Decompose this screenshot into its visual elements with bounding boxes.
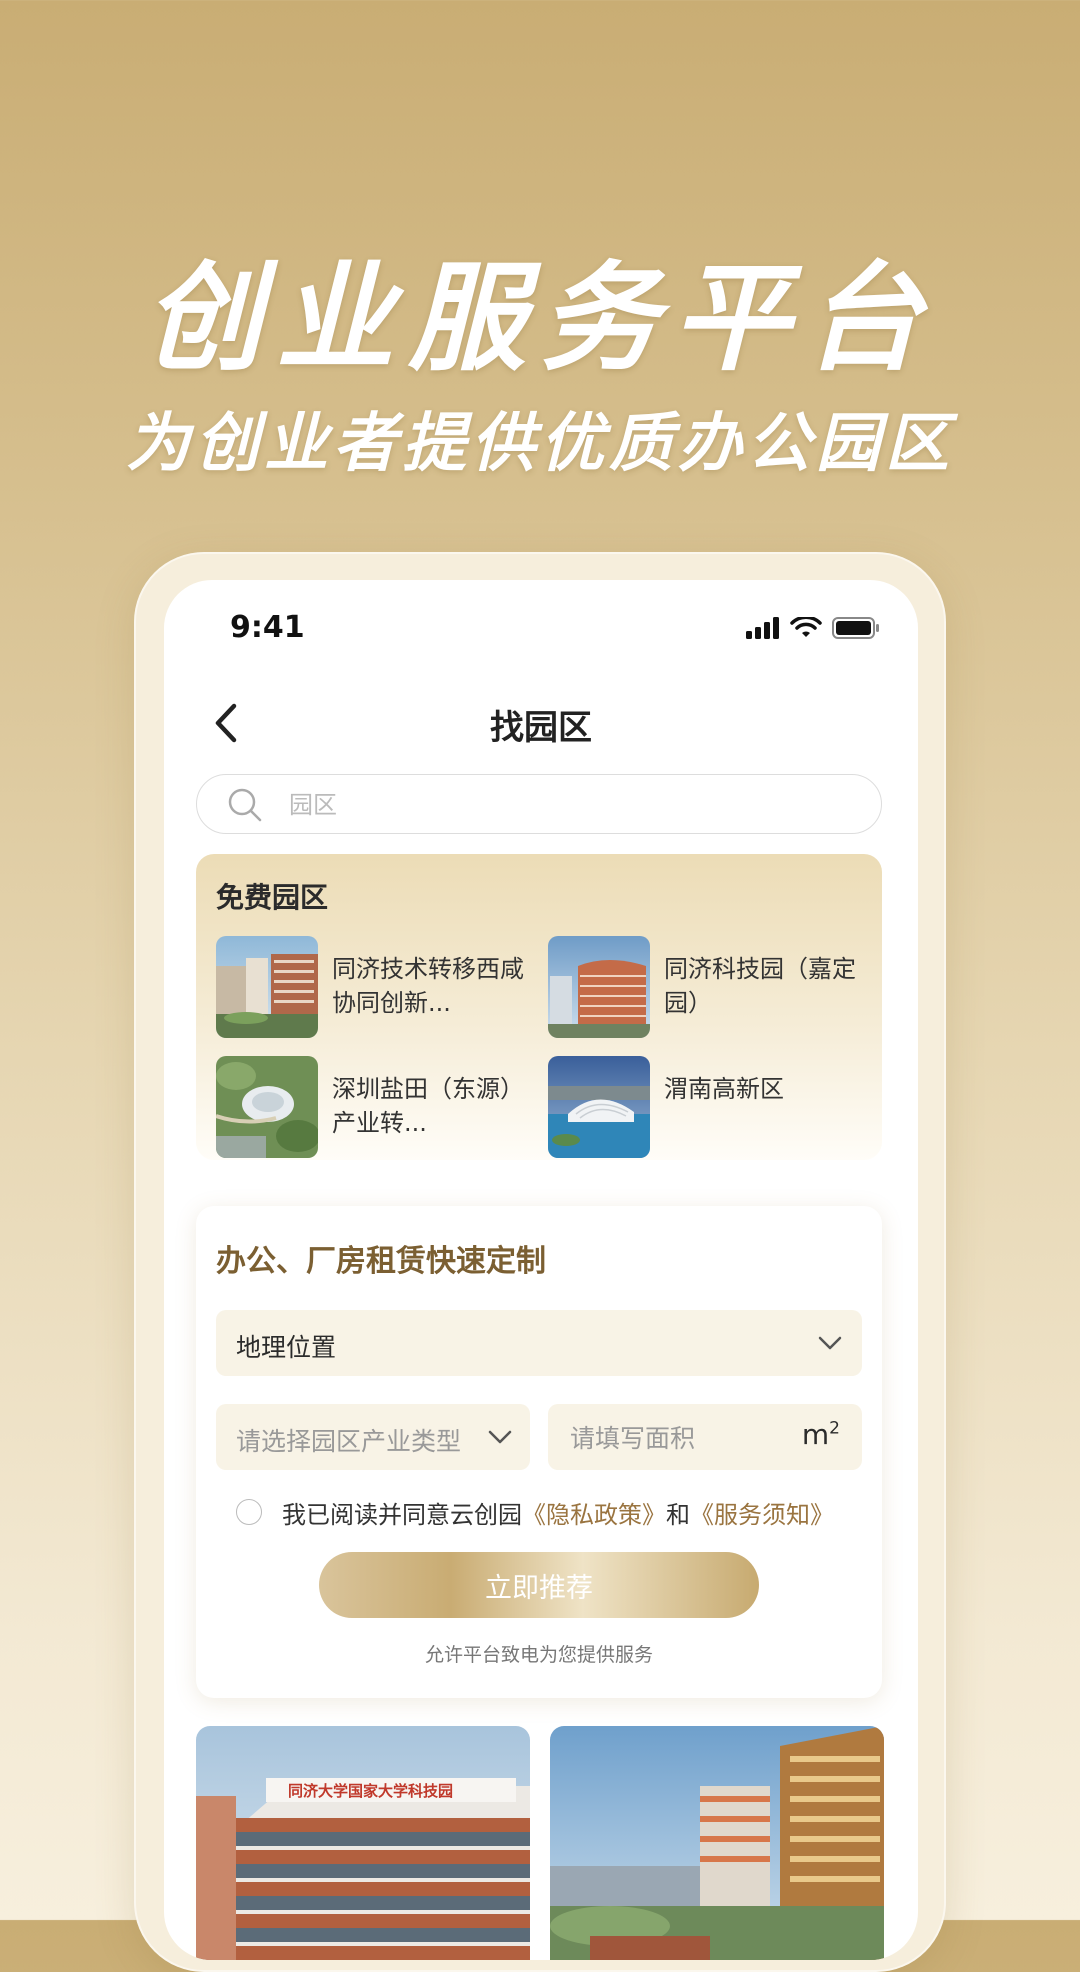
free-parks-panel: 免费园区 同济技术转移西咸协同创新... 同济科技园（嘉定园） 深圳盐田（东源）…	[196, 854, 882, 1160]
chevron-down-icon	[488, 1430, 512, 1444]
call-permission-note: 允许平台致电为您提供服务	[424, 1644, 653, 1666]
privacy-policy-link[interactable]: 《隐私政策》	[522, 1495, 666, 1530]
nav-bar: 找园区	[164, 670, 918, 770]
hero-title: 创业服务平台	[143, 249, 936, 387]
park-item[interactable]: 深圳盐田（东源）产业转...	[216, 1056, 546, 1158]
area-unit: m2	[802, 1418, 840, 1451]
agree-and-text: 和	[666, 1500, 690, 1529]
park-name: 同济科技园（嘉定园）	[664, 955, 856, 1017]
search-icon	[228, 788, 262, 822]
area-unit-base: m	[801, 1418, 830, 1451]
industry-type-select[interactable]: 请选择园区产业类型	[216, 1404, 530, 1470]
area-input[interactable]	[568, 1418, 772, 1458]
status-time: 9:41	[230, 610, 305, 645]
wifi-icon	[790, 617, 822, 637]
park-name: 同济技术转移西咸协同创新...	[332, 955, 524, 1017]
park-name: 渭南高新区	[664, 1075, 784, 1103]
park-item[interactable]: 同济技术转移西咸协同创新...	[216, 936, 546, 1038]
custom-rental-title: 办公、厂房租赁快速定制	[216, 1244, 546, 1279]
hero-subtitle: 为创业者提供优质办公园区	[126, 407, 954, 481]
location-label: 地理位置	[236, 1333, 337, 1362]
park-photo-card[interactable]	[550, 1726, 884, 1960]
free-parks-title: 免费园区	[216, 881, 329, 914]
area-unit-exponent: 2	[829, 1418, 840, 1439]
park-thumbnail	[548, 1056, 650, 1158]
search-input[interactable]	[287, 785, 851, 825]
custom-rental-card: 办公、厂房租赁快速定制 地理位置 请选择园区产业类型 m2 我已阅读并同意云创园…	[196, 1206, 882, 1698]
area-field[interactable]: m2	[548, 1404, 862, 1470]
industry-type-placeholder: 请选择园区产业类型	[236, 1427, 462, 1456]
service-terms-link[interactable]: 《服务须知》	[690, 1495, 834, 1530]
chevron-down-icon	[818, 1336, 842, 1350]
agree-radio[interactable]	[236, 1499, 262, 1525]
phone-screen: 9:41 找园区 园区 免费园区 同济技术转移西咸协同创新... 同济科技园（嘉…	[164, 580, 918, 1960]
park-thumbnail	[216, 936, 318, 1038]
park-item[interactable]: 渭南高新区	[548, 1056, 878, 1158]
cellular-signal-icon	[746, 617, 779, 639]
status-bar: 9:41	[164, 580, 918, 670]
agree-text: 我已阅读并同意云创园	[282, 1500, 522, 1529]
park-thumbnail	[216, 1056, 318, 1158]
park-sign-text: 同济大学国家大学科技园	[288, 1782, 453, 1800]
search-bar[interactable]	[196, 774, 882, 834]
status-icons	[746, 616, 880, 640]
agreement-row: 我已阅读并同意云创园 《隐私政策》 和 《服务须知》	[236, 1492, 834, 1532]
park-thumbnail	[548, 936, 650, 1038]
park-item[interactable]: 同济科技园（嘉定园）	[548, 936, 878, 1038]
location-select[interactable]: 地理位置	[216, 1310, 862, 1376]
park-photo-card[interactable]: 同济大学国家大学科技园	[196, 1726, 530, 1960]
page-title: 找园区	[490, 708, 592, 748]
recommend-now-button[interactable]: 立即推荐	[319, 1552, 759, 1618]
battery-icon	[832, 617, 879, 639]
park-name: 深圳盐田（东源）产业转...	[332, 1075, 524, 1137]
